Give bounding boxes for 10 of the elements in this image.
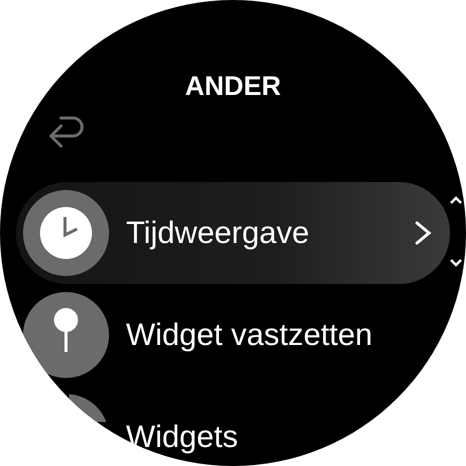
scroll-up-icon: [449, 195, 463, 205]
screen-title: ANDER: [184, 70, 282, 103]
chevron-right-icon: [414, 220, 432, 246]
menu-label: Widget vastzetten: [126, 317, 374, 353]
menu-item[interactable]: Widget vastzetten: [16, 284, 450, 386]
menu-label: Tijdweergave: [126, 215, 310, 251]
scroll-down-icon: [449, 258, 463, 268]
pin-icon: [23, 292, 109, 378]
selected-menu-item[interactable]: Tijdweergave: [16, 182, 450, 284]
clock-icon: [23, 190, 109, 276]
